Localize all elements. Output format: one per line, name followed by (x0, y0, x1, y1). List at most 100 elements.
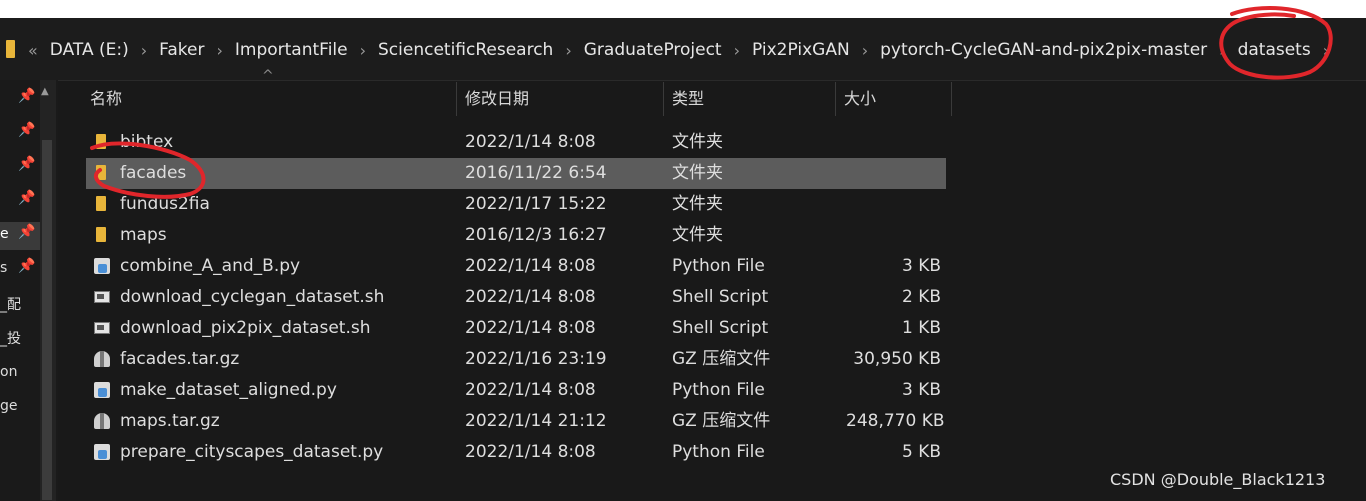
column-header: ^ 名称 修改日期 类型 大小 (86, 68, 956, 118)
header-name[interactable]: 名称 (90, 80, 122, 118)
file-row[interactable]: download_pix2pix_dataset.sh 2022/1/14 8:… (86, 313, 946, 344)
file-row[interactable]: bibtex 2022/1/14 8:08 文件夹 (86, 127, 946, 158)
file-name: combine_A_and_B.py (120, 256, 301, 276)
nav-item[interactable]: s 📌 (0, 256, 40, 284)
top-strip (0, 0, 1366, 18)
column-divider[interactable] (835, 82, 836, 116)
file-name: facades (120, 163, 187, 183)
file-row[interactable]: fundus2fia 2022/1/17 15:22 文件夹 (86, 189, 946, 220)
folder-icon (96, 227, 106, 242)
file-size: 2 KB (901, 287, 941, 307)
file-size: 5 KB (901, 442, 941, 462)
file-size: 248,770 KB (846, 411, 945, 431)
crumb-data-drive[interactable]: DATA (E:) (44, 40, 135, 60)
crumb-graduateproject[interactable]: GraduateProject (578, 40, 728, 60)
file-date: 2022/1/14 8:08 (465, 287, 596, 307)
column-divider[interactable] (951, 82, 952, 116)
crumb-pix2pixgan[interactable]: Pix2PixGAN (746, 40, 856, 60)
crumb-sciencetificresearch[interactable]: SciencetificResearch (372, 40, 559, 60)
file-row[interactable]: prepare_cityscapes_dataset.py 2022/1/14 … (86, 437, 946, 468)
file-date: 2022/1/14 21:12 (465, 411, 607, 431)
file-name: download_pix2pix_dataset.sh (120, 318, 371, 338)
file-row[interactable]: maps 2016/12/3 16:27 文件夹 (86, 220, 946, 251)
pin-icon: 📌 (18, 190, 36, 206)
file-row[interactable]: facades.tar.gz 2022/1/16 23:19 GZ 压缩文件 3… (86, 344, 946, 375)
nav-item-selected[interactable]: e 📌 (0, 222, 40, 250)
file-size (846, 220, 941, 251)
shell-script-icon (94, 322, 110, 334)
file-row[interactable]: maps.tar.gz 2022/1/14 21:12 GZ 压缩文件 248,… (86, 406, 946, 437)
file-name: make_dataset_aligned.py (120, 380, 337, 400)
nav-item[interactable]: 📌 (0, 86, 40, 114)
folder-icon (96, 165, 106, 180)
file-row[interactable]: combine_A_and_B.py 2022/1/14 8:08 Python… (86, 251, 946, 282)
file-date: 2022/1/16 23:19 (465, 349, 607, 369)
header-date[interactable]: 修改日期 (465, 80, 529, 118)
file-date: 2022/1/14 8:08 (465, 256, 596, 276)
column-divider[interactable] (663, 82, 664, 116)
file-row-selected[interactable]: facades 2016/11/22 6:54 文件夹 (86, 158, 946, 189)
file-type: 文件夹 (672, 132, 723, 152)
nav-item[interactable]: on (0, 360, 40, 388)
nav-item[interactable]: _配 (0, 290, 40, 318)
scroll-up-icon[interactable]: ▲ (41, 86, 49, 97)
file-date: 2022/1/14 8:08 (465, 442, 596, 462)
file-type: 文件夹 (672, 225, 723, 245)
breadcrumb: « DATA (E:) › Faker › ImportantFile › Sc… (28, 38, 1335, 62)
nav-item[interactable]: _投 (0, 324, 40, 352)
file-name: download_cyclegan_dataset.sh (120, 287, 385, 307)
pin-icon: 📌 (18, 122, 36, 138)
pin-icon: 📌 (18, 88, 36, 104)
file-type: Python File (672, 442, 765, 462)
header-type[interactable]: 类型 (672, 80, 704, 118)
folder-icon (96, 196, 106, 211)
nav-item[interactable]: 📌 (0, 154, 40, 182)
file-name: facades.tar.gz (120, 349, 240, 369)
column-divider[interactable] (456, 82, 457, 116)
python-file-icon (94, 258, 110, 274)
file-type: Shell Script (672, 318, 769, 338)
file-size (846, 158, 941, 189)
file-row[interactable]: download_cyclegan_dataset.sh 2022/1/14 8… (86, 282, 946, 313)
chevron-right-icon[interactable]: › (559, 41, 577, 60)
chevron-right-icon[interactable]: › (1317, 41, 1335, 60)
python-file-icon (94, 382, 110, 398)
archive-icon (94, 413, 110, 429)
file-type: Shell Script (672, 287, 769, 307)
file-name: prepare_cityscapes_dataset.py (120, 442, 384, 462)
file-date: 2016/12/3 16:27 (465, 225, 607, 245)
file-name: maps.tar.gz (120, 411, 220, 431)
chevron-right-icon[interactable]: › (210, 41, 228, 60)
nav-item[interactable]: ge (0, 394, 40, 422)
file-size: 30,950 KB (853, 349, 941, 369)
chevron-right-icon[interactable]: › (135, 41, 153, 60)
file-date: 2016/11/22 6:54 (465, 163, 607, 183)
file-row[interactable]: make_dataset_aligned.py 2022/1/14 8:08 P… (86, 375, 946, 406)
crumb-datasets[interactable]: datasets (1232, 40, 1317, 60)
file-size: 3 KB (901, 256, 941, 276)
file-size: 1 KB (901, 318, 941, 338)
nav-item[interactable]: 📌 (0, 120, 40, 148)
sort-up-icon: ^ (262, 68, 274, 84)
scrollbar-thumb[interactable] (42, 140, 52, 500)
file-date: 2022/1/17 15:22 (465, 194, 607, 214)
chevron-right-icon[interactable]: › (728, 41, 746, 60)
overflow-chevron-icon[interactable]: « (28, 41, 44, 60)
chevron-right-icon[interactable]: › (1213, 41, 1231, 60)
address-bar[interactable]: « DATA (E:) › Faker › ImportantFile › Sc… (0, 18, 1366, 81)
file-name: maps (120, 225, 167, 245)
file-size: 3 KB (901, 380, 941, 400)
chevron-right-icon[interactable]: › (856, 41, 874, 60)
file-type: Python File (672, 256, 765, 276)
crumb-importantfile[interactable]: ImportantFile (229, 40, 354, 60)
nav-item[interactable]: 📌 (0, 188, 40, 216)
chevron-right-icon[interactable]: › (354, 41, 372, 60)
crumb-pytorch-cyclegan[interactable]: pytorch-CycleGAN-and-pix2pix-master (874, 40, 1213, 60)
pin-icon: 📌 (18, 224, 36, 240)
header-size[interactable]: 大小 (844, 80, 876, 118)
file-size (846, 127, 941, 158)
watermark: CSDN @Double_Black1213 (1110, 470, 1326, 489)
file-type: 文件夹 (672, 194, 723, 214)
crumb-faker[interactable]: Faker (153, 40, 210, 60)
folder-icon (6, 40, 15, 58)
